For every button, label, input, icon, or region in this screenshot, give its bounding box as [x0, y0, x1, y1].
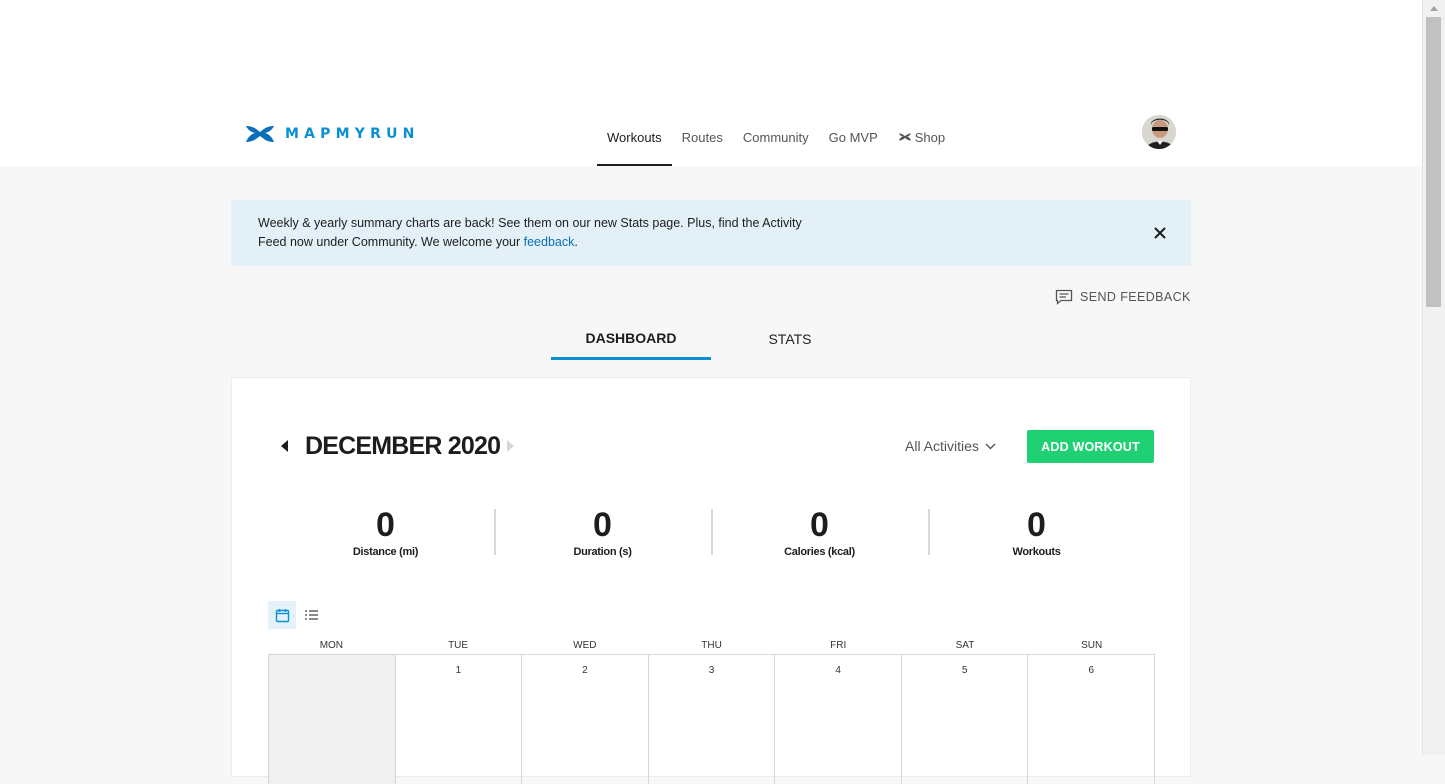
- stat-label: Workouts: [1012, 546, 1061, 558]
- add-workout-button[interactable]: ADD WORKOUT: [1027, 430, 1154, 463]
- calendar-grid: 1 2 3 4 5 6: [268, 654, 1156, 784]
- main-nav: Workouts Routes Community Go MVP Shop: [597, 108, 955, 166]
- calendar-day[interactable]: 4: [775, 655, 902, 784]
- banner-suffix: .: [574, 235, 578, 249]
- weekday-label: SAT: [955, 640, 975, 651]
- chat-icon: [1055, 289, 1073, 305]
- under-armour-icon: [898, 133, 912, 141]
- calendar-weekday-header: MON TUE WED THU FRI SAT SUN: [268, 640, 1155, 654]
- feedback-link[interactable]: feedback: [524, 235, 575, 249]
- summary-stats: 0 Distance (mi) 0 Duration (s) 0 Calorie…: [277, 506, 1145, 566]
- tab-label: STATS: [768, 331, 812, 347]
- nav-label: Routes: [681, 129, 723, 145]
- nav-label: Shop: [914, 129, 946, 145]
- banner-message: Weekly & yearly summary charts are back!…: [258, 214, 818, 252]
- weekday-label: WED: [573, 640, 597, 651]
- calendar-day-empty: [269, 655, 396, 784]
- tab-dashboard[interactable]: DASHBOARD: [551, 318, 711, 360]
- nav-workouts[interactable]: Workouts: [597, 108, 672, 166]
- tab-stats[interactable]: STATS: [710, 318, 870, 360]
- stat-label: Distance (mi): [352, 546, 419, 558]
- send-feedback-label: SEND FEEDBACK: [1080, 290, 1191, 304]
- under-armour-logo-icon: [246, 126, 274, 142]
- logo-text: MAPMYRUN: [285, 126, 420, 142]
- prev-month-arrow-icon[interactable]: [278, 438, 292, 454]
- nav-community[interactable]: Community: [733, 108, 819, 166]
- activity-filter-dropdown[interactable]: All Activities: [905, 436, 996, 456]
- stat-label: Calories (kcal): [784, 546, 855, 558]
- stat-value: 0: [1027, 506, 1046, 544]
- stat-distance: 0 Distance (mi): [277, 506, 494, 566]
- stat-duration: 0 Duration (s): [494, 506, 711, 566]
- calendar-day[interactable]: 1: [396, 655, 523, 784]
- close-icon[interactable]: [1151, 224, 1169, 242]
- nav-label: Workouts: [607, 129, 662, 145]
- chevron-down-icon: [985, 443, 996, 449]
- stat-value: 0: [593, 506, 612, 544]
- nav-label: Go MVP: [828, 129, 878, 145]
- scroll-up-arrow-icon[interactable]: [1423, 0, 1445, 17]
- nav-label: Community: [742, 129, 809, 145]
- calendar-day[interactable]: 6: [1028, 655, 1156, 784]
- nav-shop[interactable]: Shop: [888, 108, 955, 166]
- tab-label: DASHBOARD: [585, 329, 677, 346]
- weekday-label: THU: [701, 640, 722, 651]
- weekday-label: MON: [319, 640, 344, 651]
- calendar-icon: [275, 608, 289, 622]
- stat-value: 0: [810, 506, 829, 544]
- nav-go-mvp[interactable]: Go MVP: [819, 108, 888, 166]
- stat-calories: 0 Calories (kcal): [711, 506, 928, 566]
- stat-workouts: 0 Workouts: [928, 506, 1145, 566]
- user-avatar[interactable]: [1142, 115, 1176, 149]
- calendar-day[interactable]: 2: [522, 655, 649, 784]
- weekday-label: TUE: [448, 640, 469, 651]
- dashboard-card: DECEMBER 2020 All Activities ADD WORKOUT…: [231, 377, 1191, 784]
- announcement-banner: Weekly & yearly summary charts are back!…: [231, 200, 1191, 266]
- stat-value: 0: [376, 506, 395, 544]
- list-view-toggle[interactable]: [300, 601, 322, 629]
- brand-logo[interactable]: MAPMYRUN: [244, 124, 420, 144]
- activity-filter-value: All Activities: [905, 438, 979, 454]
- weekday-label: FRI: [830, 640, 847, 651]
- send-feedback-button[interactable]: SEND FEEDBACK: [1055, 288, 1191, 306]
- list-icon: [304, 610, 318, 620]
- avatar-photo: [1142, 115, 1176, 149]
- nav-routes[interactable]: Routes: [672, 108, 733, 166]
- month-title: DECEMBER 2020: [305, 432, 501, 460]
- scrollbar[interactable]: [1422, 0, 1445, 755]
- next-month-arrow-icon[interactable]: [504, 438, 518, 454]
- scroll-thumb[interactable]: [1426, 17, 1441, 307]
- calendar-view-toggle[interactable]: [268, 601, 296, 629]
- calendar-day[interactable]: 3: [649, 655, 776, 784]
- weekday-label: SUN: [1081, 640, 1103, 651]
- stat-label: Duration (s): [573, 546, 632, 558]
- calendar-day[interactable]: 5: [902, 655, 1029, 784]
